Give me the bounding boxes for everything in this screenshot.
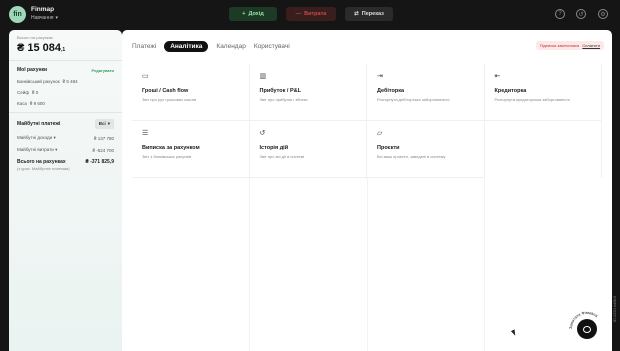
account-row[interactable]: Банківський рахунок ₴ 5 484 — [17, 79, 114, 84]
history-icon: ↺ — [259, 130, 266, 137]
future-payments-header: Майбутні платежі Всі ▾ — [17, 119, 114, 129]
tab-users[interactable]: Користувачі — [254, 43, 290, 50]
accounts-title: Мої рахунки — [17, 67, 48, 73]
future-income-row[interactable]: Майбутні доходи ▾ ₴ 137 780 — [17, 135, 114, 141]
report-card-history[interactable]: ↺ Історія дій Звіт про всі дії в системі — [249, 121, 367, 178]
tab-calendar[interactable]: Календар — [216, 43, 245, 50]
account-row[interactable]: Каса ₴ 9 600 — [17, 101, 114, 106]
tab-analytics[interactable]: Аналітика — [164, 41, 209, 52]
chevron-down-icon: ▾ — [55, 147, 58, 152]
add-transfer-button[interactable]: ⇄ Переказ — [345, 7, 393, 21]
help-icon[interactable]: ? — [555, 9, 565, 19]
plus-icon: + — [242, 11, 246, 17]
total-caption: Всього на рахунках — [17, 35, 53, 40]
add-income-button[interactable]: + Дохід — [229, 7, 277, 21]
total-balance: ₴ 15 084,1 — [17, 42, 66, 54]
add-expense-button[interactable]: — Витрата — [286, 7, 336, 21]
app-logo[interactable]: fin — [9, 6, 26, 23]
chevron-down-icon: ▾ — [55, 15, 58, 21]
report-card-payables[interactable]: ⇤ Кредиторка Розгорнута кредиторська заб… — [484, 64, 602, 121]
balance-row: Всього на рахунках ₴ -371 825,9 — [17, 159, 114, 165]
accounts-header: Мої рахунки Редагувати — [17, 67, 114, 73]
minus-icon: — — [295, 11, 302, 17]
report-card-receivables[interactable]: ⇥ Дебіторка Розгорнута дебіторська забор… — [367, 64, 485, 121]
report-card-projects[interactable]: ▱ Проєкти Всі ваші проекти, заведені в с… — [367, 121, 485, 178]
debit-in-icon: ⇥ — [377, 73, 383, 80]
chat-button[interactable] — [577, 319, 597, 339]
tab-bar: Платежі Аналітика Календар Користувачі — [132, 41, 290, 52]
chevron-down-icon: ▾ — [53, 135, 56, 140]
report-card-statement[interactable]: ☰ Виписка за рахунком Звіт з банківських… — [132, 121, 250, 178]
wallet-icon: ▭ — [142, 73, 149, 80]
credit-out-icon: ⇤ — [494, 73, 501, 80]
mouse-cursor-icon — [510, 329, 518, 337]
top-bar: fin Finmap Навчання ▾ + Дохід — Витрата … — [0, 0, 620, 30]
grid-divider — [367, 178, 368, 351]
history-icon[interactable]: ↺ — [576, 9, 586, 19]
report-card-pnl[interactable]: ▥ Прибуток / P&L Звіт про прибутки і зби… — [249, 64, 367, 121]
report-card-cashflow[interactable]: ▭ Гроші / Cash flow Звіт про рух грошови… — [132, 64, 250, 121]
grid-divider — [249, 178, 250, 351]
bar-chart-icon: ▥ — [259, 73, 267, 80]
main-panel: Платежі Аналітика Календар Користувачі П… — [122, 30, 612, 351]
reports-grid: ▭ Гроші / Cash flow Звіт про рух грошови… — [132, 64, 602, 178]
build-id: ID:1220 ed9b3 — [612, 296, 617, 323]
divider — [9, 60, 122, 61]
grid-divider — [484, 178, 485, 351]
pay-link[interactable]: Сплатити — [582, 43, 600, 48]
sidebar: Всього на рахунках ₴ 15 084,1 Мої рахунк… — [9, 30, 122, 351]
chat-bubble-icon — [583, 325, 591, 333]
future-title: Майбутні платежі — [17, 121, 61, 127]
workspace-name: Навчання — [31, 15, 54, 21]
edit-accounts-link[interactable]: Редагувати — [92, 68, 115, 73]
subscription-badge: Підписка закінчилася Сплатити — [535, 41, 604, 50]
account-row[interactable]: Сейф ₴ 0 — [17, 90, 114, 95]
report-card-placeholder — [485, 121, 602, 178]
future-expense-row[interactable]: Майбутні витрати ▾ ₴ -524 700 — [17, 147, 114, 153]
app-name: Finmap — [31, 6, 55, 13]
folder-icon: ▱ — [377, 130, 383, 137]
transfer-icon: ⇄ — [354, 11, 359, 17]
future-filter-select[interactable]: Всі ▾ — [94, 119, 114, 129]
divider — [9, 112, 122, 113]
tab-payments[interactable]: Платежі — [132, 43, 156, 50]
chevron-down-icon: ▾ — [107, 121, 110, 126]
workspace-switcher[interactable]: Навчання ▾ — [31, 15, 58, 21]
balance-note: (з урах. Майбутніх платежів) — [17, 166, 70, 171]
statement-icon: ☰ — [142, 130, 149, 137]
settings-icon[interactable]: ⚙ — [598, 9, 608, 19]
